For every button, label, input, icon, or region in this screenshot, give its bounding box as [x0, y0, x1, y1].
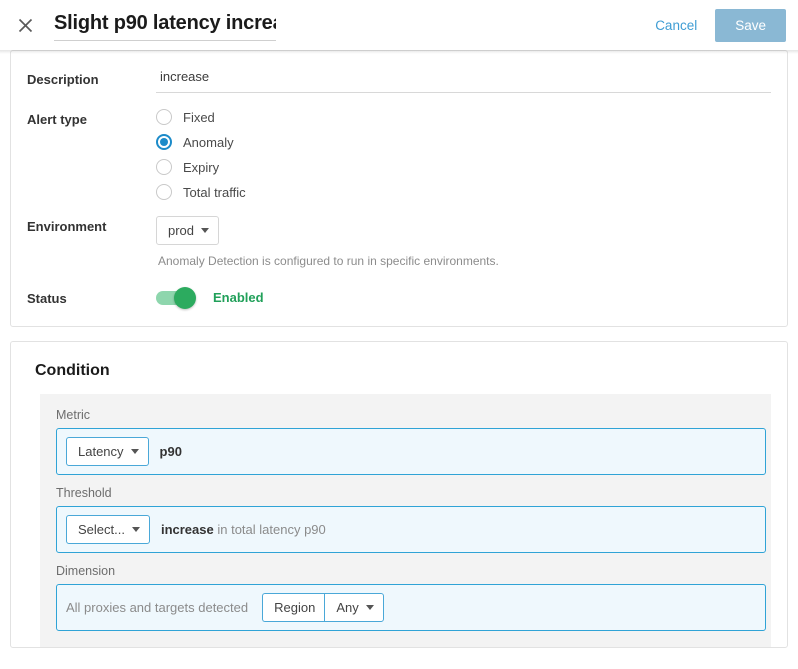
alert-type-label: Alert type: [27, 109, 156, 127]
description-input[interactable]: [156, 69, 771, 93]
condition-panel: Metric Latency p90 Threshold Select... i: [40, 394, 771, 647]
chevron-down-icon: [132, 527, 140, 532]
threshold-row-bold-text: increase: [161, 522, 214, 537]
radio-label-expiry: Expiry: [183, 160, 219, 175]
threshold-row-text: increase in total latency p90: [161, 522, 326, 537]
threshold-row-muted-text: in total latency p90: [217, 522, 325, 537]
dimension-region-label: Region: [274, 600, 315, 615]
radio-option-anomaly[interactable]: Anomaly: [156, 134, 771, 150]
metric-dropdown[interactable]: Latency: [66, 437, 149, 466]
dimension-any-dropdown[interactable]: Any: [324, 593, 383, 622]
save-button[interactable]: Save: [715, 9, 786, 42]
chevron-down-icon: [366, 605, 374, 610]
chevron-down-icon: [201, 228, 209, 233]
alert-title-field: [54, 10, 276, 41]
radio-label-total-traffic: Total traffic: [183, 185, 246, 200]
environment-dropdown-value: prod: [168, 223, 194, 238]
dialog-body: Description Alert type Fixed Anomaly: [0, 50, 798, 648]
environment-control: prod Anomaly Detection is configured to …: [156, 216, 771, 268]
radio-option-expiry[interactable]: Expiry: [156, 159, 771, 175]
dimension-button-group: Region Any: [262, 593, 384, 622]
radio-label-fixed: Fixed: [183, 110, 215, 125]
alert-type-options: Fixed Anomaly Expiry Total traffic: [156, 109, 771, 200]
status-toggle[interactable]: [156, 291, 194, 305]
radio-option-fixed[interactable]: Fixed: [156, 109, 771, 125]
description-label: Description: [27, 69, 156, 87]
radio-icon-fixed: [156, 109, 172, 125]
description-control: [156, 69, 771, 93]
alert-type-row: Alert type Fixed Anomaly Expiry Total tr…: [27, 109, 771, 200]
environment-row: Environment prod Anomaly Detection is co…: [27, 216, 771, 268]
radio-icon-expiry: [156, 159, 172, 175]
alert-title-input[interactable]: [54, 10, 276, 41]
metric-row-text: p90: [160, 444, 182, 459]
dimension-row-text: All proxies and targets detected: [66, 600, 248, 615]
environment-dropdown[interactable]: prod: [156, 216, 219, 245]
threshold-dropdown-value: Select...: [78, 522, 125, 537]
status-row: Status Enabled: [27, 288, 771, 306]
close-icon: [18, 18, 33, 33]
settings-card: Description Alert type Fixed Anomaly: [10, 50, 788, 327]
metric-row[interactable]: Latency p90: [56, 428, 766, 475]
status-toggle-wrap: Enabled: [156, 288, 771, 305]
status-state-text: Enabled: [213, 290, 264, 305]
dimension-label: Dimension: [56, 564, 755, 578]
radio-icon-anomaly-selected: [156, 134, 172, 150]
dimension-any-label: Any: [336, 600, 358, 615]
threshold-label: Threshold: [56, 486, 755, 500]
description-row: Description: [27, 69, 771, 93]
chevron-down-icon: [131, 449, 139, 454]
close-button[interactable]: [10, 10, 40, 40]
environment-helper-text: Anomaly Detection is configured to run i…: [156, 254, 771, 268]
threshold-dropdown[interactable]: Select...: [66, 515, 150, 544]
condition-card: Condition Metric Latency p90 Threshold S…: [10, 341, 788, 648]
condition-title: Condition: [35, 362, 771, 380]
dialog-header: Cancel Save: [0, 0, 798, 50]
metric-row-bold-text: p90: [160, 444, 182, 459]
status-control: Enabled: [156, 288, 771, 305]
metric-label: Metric: [56, 408, 755, 422]
dimension-row[interactable]: All proxies and targets detected Region …: [56, 584, 766, 631]
cancel-button[interactable]: Cancel: [655, 18, 697, 33]
radio-icon-total-traffic: [156, 184, 172, 200]
threshold-row[interactable]: Select... increase in total latency p90: [56, 506, 766, 553]
dimension-region-button[interactable]: Region: [262, 593, 324, 622]
metric-dropdown-value: Latency: [78, 444, 124, 459]
status-label: Status: [27, 288, 156, 306]
radio-label-anomaly: Anomaly: [183, 135, 234, 150]
environment-label: Environment: [27, 216, 156, 234]
radio-option-total-traffic[interactable]: Total traffic: [156, 184, 771, 200]
toggle-knob-icon: [174, 287, 196, 309]
